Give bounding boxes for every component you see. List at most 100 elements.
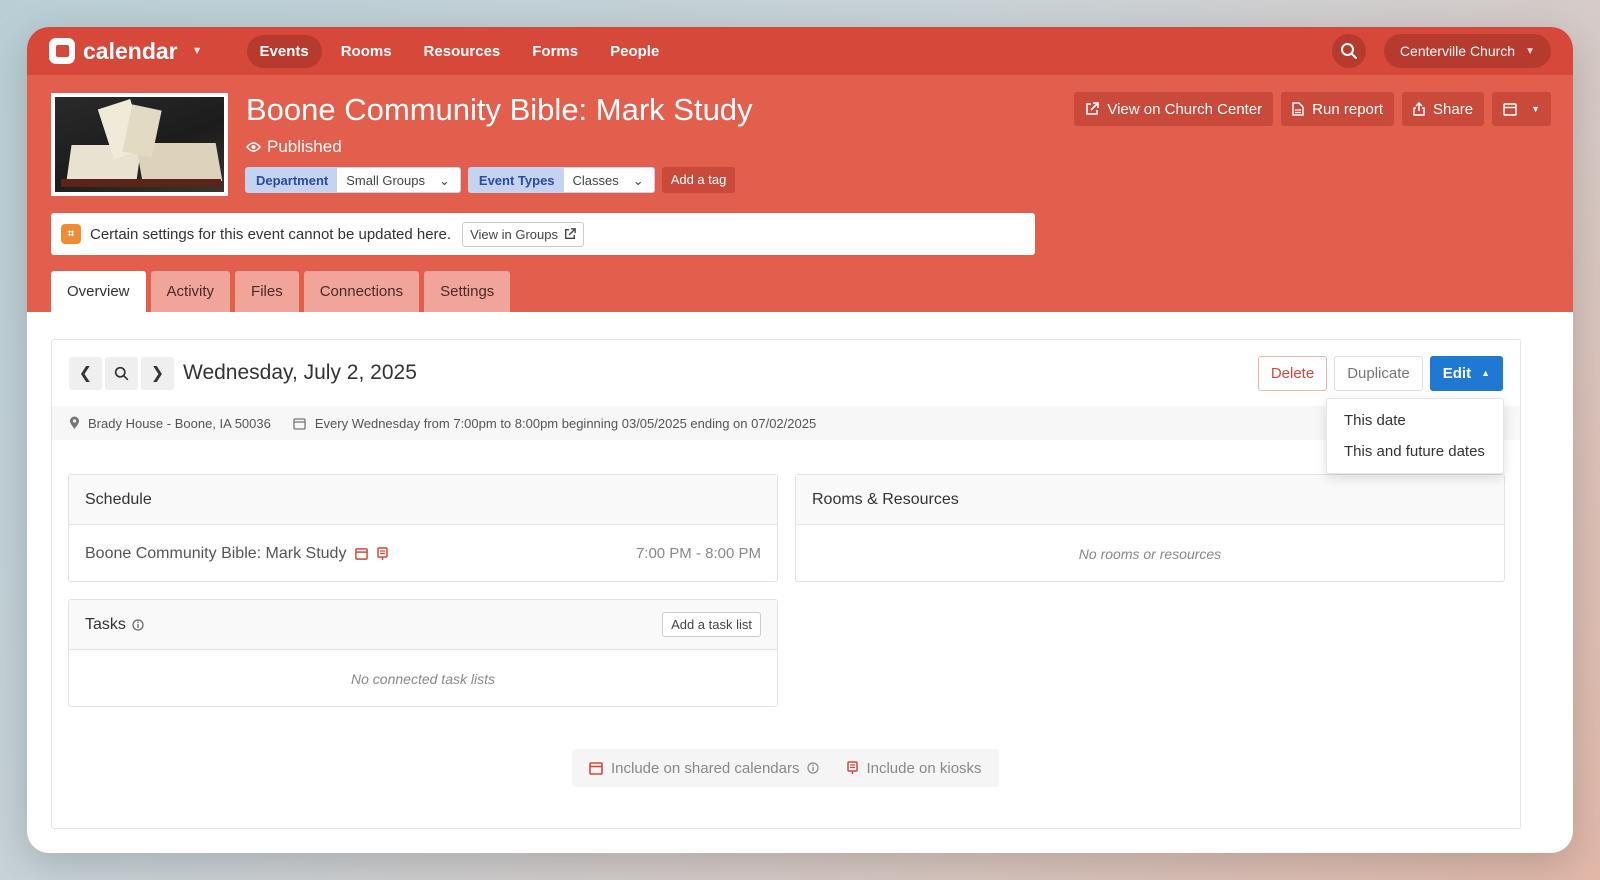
tag-value: Classes	[572, 173, 619, 188]
card-title: Schedule	[69, 475, 777, 525]
chevron-down-icon: ▼	[1525, 45, 1535, 57]
tab-settings[interactable]: Settings	[424, 271, 511, 312]
view-on-church-center-button[interactable]: View on Church Center	[1074, 92, 1274, 126]
tag-event-types[interactable]: Event Types Classes ⌄	[467, 167, 655, 193]
next-date-button[interactable]: ❯	[141, 356, 174, 390]
event-image	[51, 93, 228, 196]
info-icon	[132, 618, 144, 631]
groups-app-icon: ⌗	[61, 224, 81, 244]
event-status: Published	[246, 137, 342, 157]
menu-item-this-and-future-dates[interactable]: This and future dates	[1327, 436, 1503, 467]
tasks-empty-state: No connected task lists	[351, 670, 495, 687]
chevron-down-icon: ⌄	[632, 173, 644, 188]
event-header: Boone Community Bible: Mark Study Publis…	[27, 75, 1573, 312]
eye-icon	[246, 142, 261, 152]
calendar-logo-icon	[49, 38, 75, 64]
search-icon	[114, 366, 129, 380]
tag-category: Event Types	[468, 168, 564, 192]
card-title: Rooms & Resources	[796, 475, 1504, 525]
nav-forms[interactable]: Forms	[519, 35, 591, 68]
nav-people[interactable]: People	[597, 35, 672, 68]
option-label: Include on shared calendars	[611, 759, 800, 777]
menu-item-this-date[interactable]: This date	[1327, 405, 1503, 436]
schedule-card: Schedule Boone Community Bible: Mark Stu…	[68, 474, 778, 582]
tasks-card: Tasks Add a task list No connected task …	[68, 599, 778, 707]
button-label: Run report	[1312, 100, 1384, 118]
nav-resources[interactable]: Resources	[411, 35, 514, 68]
button-label: Share	[1433, 100, 1474, 118]
nav-events[interactable]: Events	[246, 34, 322, 68]
event-title: Boone Community Bible: Mark Study	[246, 92, 753, 127]
calendar-menu-button[interactable]: ▼	[1492, 92, 1551, 126]
previous-date-button[interactable]: ❮	[69, 356, 102, 390]
kiosk-icon	[377, 546, 389, 560]
document-icon	[1292, 102, 1304, 116]
delete-button[interactable]: Delete	[1257, 355, 1328, 391]
event-tabs: Overview Activity Files Connections Sett…	[51, 271, 511, 312]
tab-files[interactable]: Files	[235, 271, 299, 312]
occurrence-date: Wednesday, July 2, 2025	[183, 361, 417, 384]
date-toolbar: ❮ ❯ Wednesday, July 2, 2025 Delete Dupli…	[52, 340, 1520, 406]
location-text: Brady House - Boone, IA 50036	[88, 415, 271, 431]
main-nav: Events Rooms Resources Forms People	[246, 34, 673, 68]
search-icon	[1340, 43, 1357, 59]
button-label: View in Groups	[470, 226, 558, 242]
view-in-groups-button[interactable]: View in Groups	[462, 221, 584, 247]
visibility-options: Include on shared calendars Include on k…	[572, 749, 999, 787]
notice-text: Certain settings for this event cannot b…	[90, 225, 452, 243]
tab-connections[interactable]: Connections	[303, 271, 420, 312]
search-button[interactable]	[1331, 34, 1366, 68]
chevron-down-icon: ▼	[191, 45, 203, 57]
info-icon	[807, 762, 820, 774]
schedule-item-time: 7:00 PM - 8:00 PM	[635, 545, 761, 562]
calendar-icon	[355, 548, 369, 560]
tag-category: Department	[246, 168, 338, 192]
chevron-left-icon: ❮	[78, 365, 93, 382]
settings-notice: ⌗ Certain settings for this event cannot…	[51, 213, 1035, 255]
calendar-icon	[589, 762, 603, 775]
kiosk-icon	[847, 761, 859, 774]
app-name: calendar	[83, 37, 178, 64]
search-dates-button[interactable]	[105, 356, 138, 390]
org-switcher[interactable]: Centerville Church ▼	[1383, 34, 1551, 68]
share-button[interactable]: Share	[1402, 92, 1485, 126]
top-navbar: calendar ▼ Events Rooms Resources Forms …	[27, 27, 1573, 75]
run-report-button[interactable]: Run report	[1281, 92, 1395, 126]
org-name: Centerville Church	[1399, 43, 1516, 59]
tag-value: Small Groups	[346, 173, 425, 188]
chevron-down-icon: ⌄	[439, 173, 450, 188]
caret-down-icon: ▼	[1531, 104, 1540, 114]
chevron-right-icon: ❯	[150, 365, 165, 382]
app-switcher[interactable]: calendar ▼	[49, 38, 203, 65]
button-label: Edit	[1442, 364, 1472, 382]
schedule-item[interactable]: Boone Community Bible: Mark Study 7:00 P…	[69, 525, 777, 582]
occurrence-info: Brady House - Boone, IA 50036 Every Wedn…	[52, 406, 1520, 440]
rooms-empty-state: No rooms or resources	[1078, 545, 1222, 562]
edit-button[interactable]: Edit ▲	[1429, 355, 1503, 391]
duplicate-button[interactable]: Duplicate	[1334, 355, 1423, 391]
add-task-list-button[interactable]: Add a task list	[662, 612, 761, 637]
rooms-resources-card: Rooms & Resources No rooms or resources	[795, 474, 1505, 582]
calendar-icon	[1503, 103, 1517, 116]
edit-dropdown-menu: This date This and future dates	[1326, 398, 1504, 474]
status-text: Published	[267, 137, 342, 156]
tag-list: Department Small Groups ⌄ Event Types Cla…	[245, 167, 736, 193]
recurrence-text: Every Wednesday from 7:00pm to 8:00pm be…	[314, 415, 817, 431]
tab-overview[interactable]: Overview	[51, 271, 146, 312]
overview-panel: ❮ ❯ Wednesday, July 2, 2025 Delete Dupli…	[51, 339, 1521, 829]
recurring-calendar-icon	[293, 417, 306, 430]
caret-up-icon: ▲	[1481, 368, 1490, 378]
app-window: calendar ▼ Events Rooms Resources Forms …	[27, 27, 1573, 853]
option-label: Include on kiosks	[866, 759, 982, 777]
nav-rooms[interactable]: Rooms	[328, 35, 405, 68]
include-shared-calendars-option[interactable]: Include on shared calendars	[589, 759, 820, 777]
external-link-icon	[1086, 102, 1100, 115]
button-label: View on Church Center	[1107, 100, 1263, 118]
map-pin-icon	[70, 416, 79, 429]
tag-department[interactable]: Department Small Groups ⌄	[245, 167, 461, 193]
external-link-icon	[565, 228, 576, 239]
share-icon	[1413, 102, 1425, 116]
include-kiosks-option[interactable]: Include on kiosks	[847, 759, 982, 777]
add-tag-button[interactable]: Add a tag	[661, 167, 736, 193]
tab-activity[interactable]: Activity	[150, 271, 231, 312]
